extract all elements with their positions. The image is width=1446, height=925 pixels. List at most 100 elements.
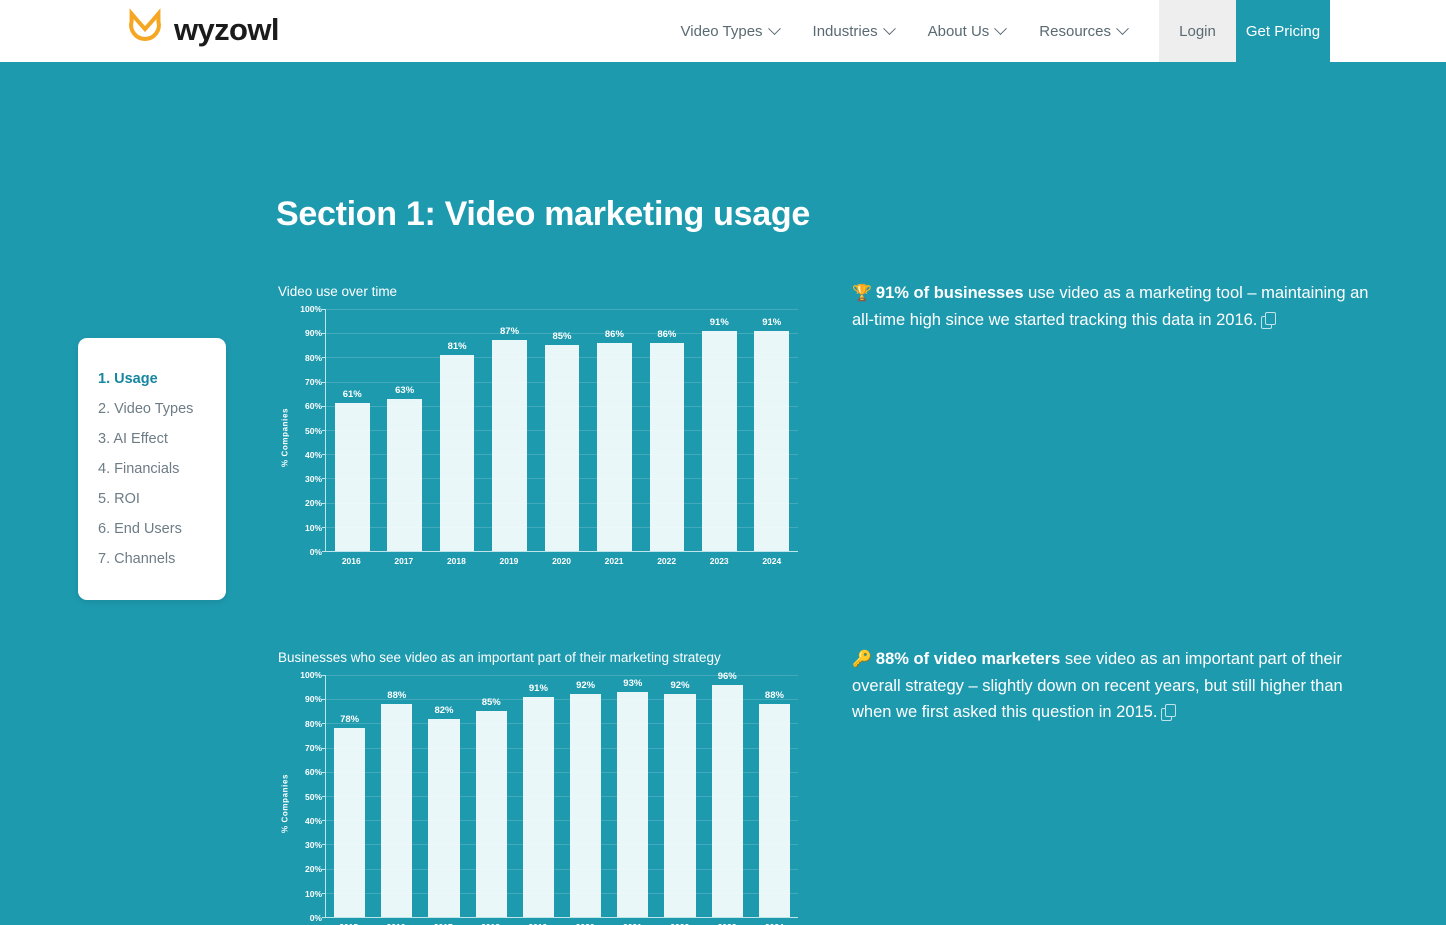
x-tick-label: 2019 [499, 556, 519, 566]
gridline [326, 868, 798, 870]
x-tick-label: 2020 [552, 556, 571, 566]
nav-item-resources[interactable]: Resources [1039, 21, 1129, 40]
gridline [326, 526, 798, 528]
wyzowl-owl-logo-icon [122, 8, 168, 54]
sidebar-item-end-users[interactable]: 6. End Users [98, 514, 226, 544]
bar[interactable] [492, 340, 527, 551]
sidebar-item-video-types[interactable]: 2. Video Types [98, 394, 226, 424]
key-emoji: 🔑 [852, 651, 872, 668]
stat-callout-video-usage: 🏆 91% of businesses use video as a market… [852, 280, 1378, 333]
bar[interactable] [664, 694, 696, 917]
axis-tick [322, 820, 326, 822]
gridline [326, 381, 798, 383]
y-tick-label: 80% [304, 352, 322, 363]
bar-value-label: 93% [623, 677, 643, 689]
axis-tick [322, 454, 326, 456]
axis-tick [322, 699, 326, 701]
sidebar-item-usage[interactable]: 1. Usage [98, 364, 226, 394]
stat-highlight: 91% of businesses [875, 284, 1024, 302]
sidebar-item-roi[interactable]: 5. ROI [98, 484, 226, 514]
bar[interactable] [758, 704, 790, 917]
bar[interactable] [617, 691, 649, 917]
chart-video-important-part-strategy: Businesses who see video as an important… [278, 650, 798, 925]
bar-value-label: 82% [434, 704, 454, 716]
x-tick-label: 2016 [341, 556, 361, 566]
bar[interactable] [597, 342, 632, 551]
copy-icon[interactable] [1261, 312, 1277, 329]
axis-tick [322, 796, 326, 797]
y-tick-label: 60% [304, 767, 322, 778]
bar[interactable] [439, 354, 475, 551]
section-sidebar: 1. Usage 2. Video Types 3. AI Effect 4. … [78, 338, 226, 600]
y-tick-label: 30% [304, 474, 322, 485]
bar[interactable] [711, 684, 743, 917]
copy-icon[interactable] [1161, 704, 1177, 721]
y-tick-label: 10% [304, 522, 322, 533]
axis-tick [322, 357, 326, 359]
axis-tick [322, 551, 326, 552]
y-tick-label: 100% [300, 670, 322, 680]
axis-tick [322, 675, 326, 676]
y-tick-label: 60% [304, 401, 322, 412]
chart-y-ticks: 0% 10% 20% 30% 40% 50% 60% 70% 80% 90% 100% [292, 304, 325, 557]
x-tick-label: 2024 [762, 556, 782, 566]
bar[interactable] [334, 403, 370, 551]
chart-y-axis-label: % Companies [280, 773, 290, 834]
bar[interactable] [387, 398, 422, 551]
y-tick-label: 20% [304, 864, 322, 875]
axis-tick [322, 502, 326, 504]
axis-tick [322, 892, 326, 894]
y-tick-label: 20% [304, 498, 322, 509]
site-header: wyzowl Video Types Industries About Us R… [0, 0, 1446, 62]
bar[interactable] [334, 728, 366, 917]
gridline [326, 844, 798, 846]
axis-tick [322, 381, 326, 383]
nav-label: Industries [812, 22, 878, 40]
sidebar-item-financials[interactable]: 4. Financials [98, 454, 226, 484]
gridline [326, 357, 798, 359]
chart-x-labels: 2016 2017 2018 2019 2020 2021 2022 2023 2024 [325, 552, 798, 566]
sidebar-item-ai-effect[interactable]: 3. AI Effect [98, 424, 226, 454]
stat-callout-marketing-strategy: 🔑 88% of video marketers see video as an … [852, 646, 1378, 725]
chart-plot-area: 78% 88% 82% 85% 91% 92% 93% 92% 96% 88% [322, 671, 798, 918]
y-tick-label: 10% [304, 888, 322, 899]
bar[interactable] [754, 330, 790, 551]
gridline [326, 675, 798, 676]
chevron-down-icon [882, 21, 896, 35]
x-tick-label: 2018 [446, 556, 466, 566]
login-button[interactable]: Login [1159, 0, 1236, 62]
logo[interactable]: wyzowl [0, 0, 280, 62]
bar-value-label: 91% [709, 316, 729, 328]
y-tick-label: 0% [309, 547, 322, 557]
nav-label: Resources [1039, 22, 1111, 40]
sidebar-item-channels[interactable]: 7. Channels [98, 544, 226, 574]
bar[interactable] [475, 711, 507, 917]
axis-tick [322, 844, 326, 846]
x-tick-label: 2023 [709, 556, 729, 566]
y-tick-label: 40% [304, 449, 322, 460]
axis-tick [322, 723, 326, 725]
gridline [326, 747, 798, 749]
y-tick-label: 70% [304, 376, 322, 387]
page-title: Section 1: Video marketing usage [276, 195, 810, 233]
bar[interactable] [381, 704, 413, 917]
bar[interactable] [522, 696, 554, 917]
bar-value-label: 86% [604, 328, 624, 340]
x-tick-label: 2021 [604, 556, 624, 566]
bar[interactable] [649, 342, 685, 551]
nav-item-industries[interactable]: Industries [812, 21, 896, 40]
nav-item-video-types[interactable]: Video Types [681, 21, 781, 40]
bar[interactable] [544, 345, 580, 551]
nav-item-about-us[interactable]: About Us [928, 21, 1008, 40]
get-pricing-button[interactable]: Get Pricing [1236, 0, 1330, 62]
y-tick-label: 50% [304, 425, 322, 436]
y-tick-label: 30% [304, 840, 322, 851]
axis-tick [322, 430, 326, 431]
trophy-emoji: 🏆 [852, 285, 872, 302]
y-tick-label: 40% [304, 815, 322, 826]
bar-value-label: 81% [447, 340, 467, 352]
bar[interactable] [570, 694, 602, 917]
gridline [326, 502, 798, 504]
bar[interactable] [701, 330, 737, 551]
y-tick-label: 90% [304, 694, 322, 705]
